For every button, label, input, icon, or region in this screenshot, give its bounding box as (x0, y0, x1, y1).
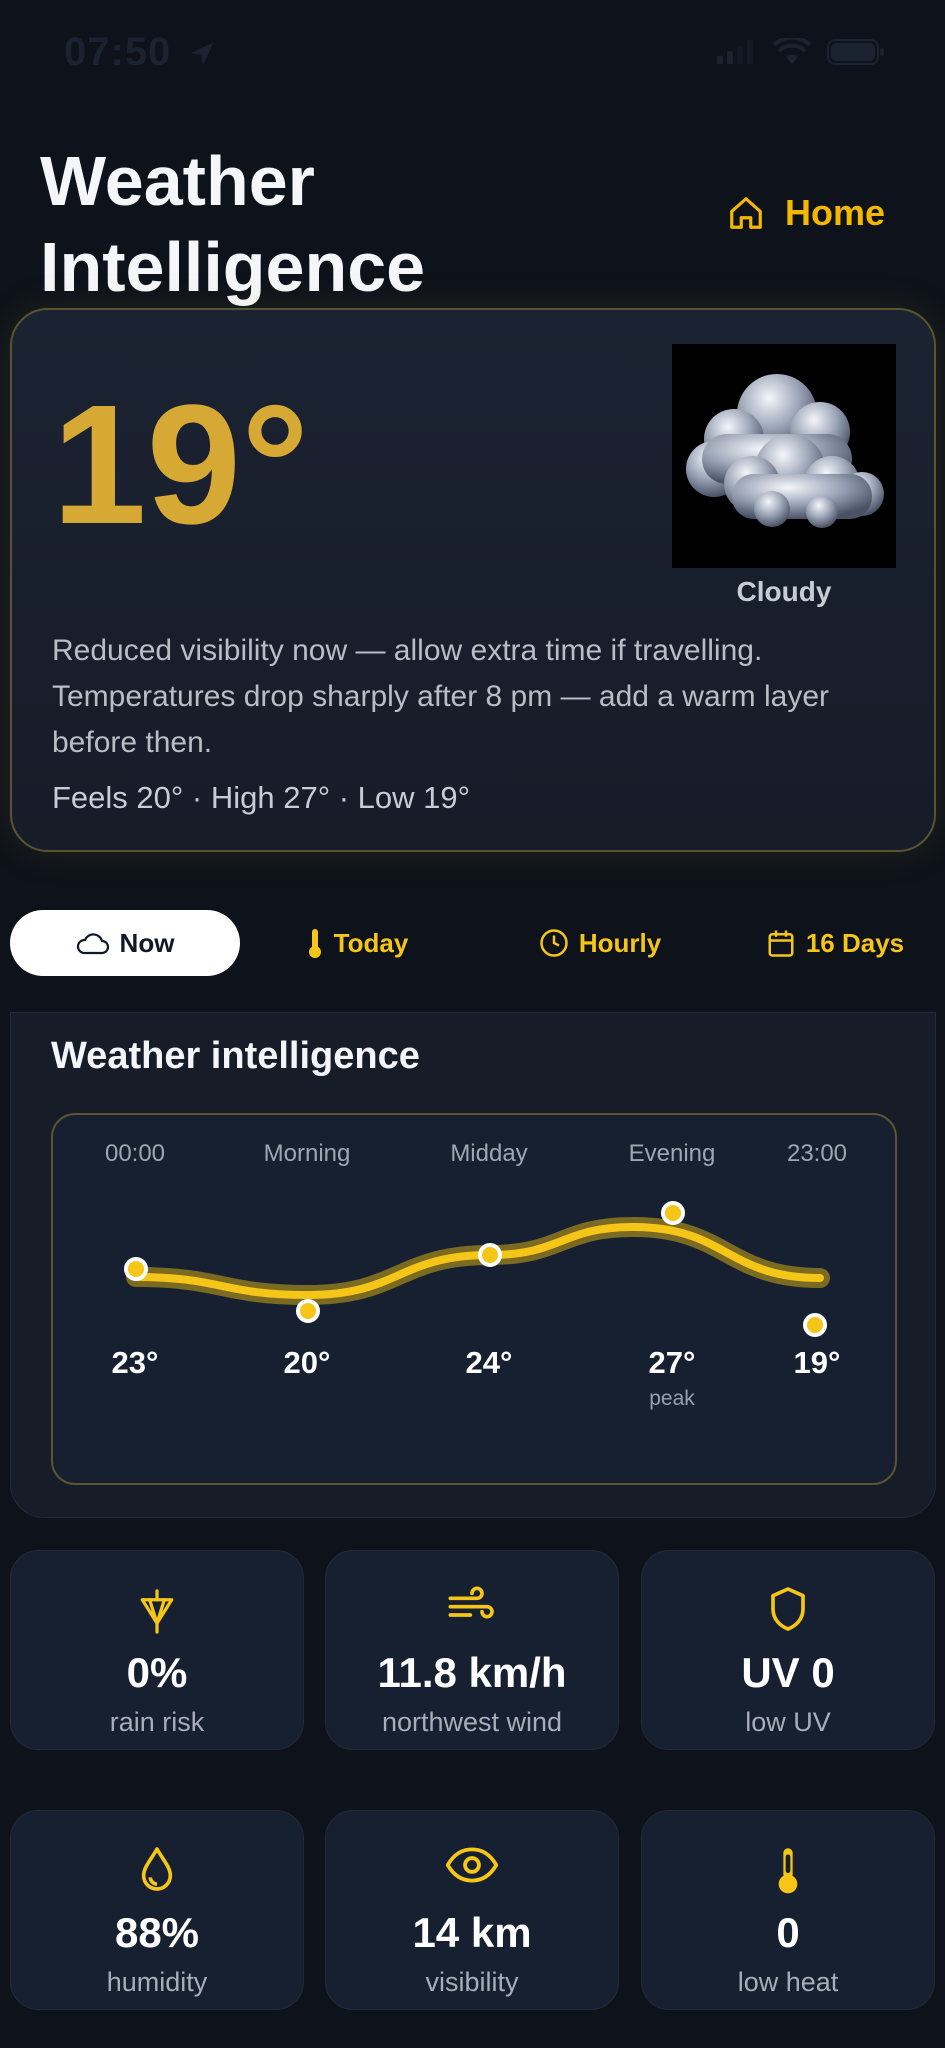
chart-point (296, 1299, 320, 1323)
thermometer-icon (642, 1845, 934, 1895)
chart-point (124, 1257, 148, 1281)
temperature-summary: Feels 20° · High 27° · Low 19° (52, 780, 471, 815)
clock-icon (540, 929, 568, 957)
visibility-label: visibility (425, 1967, 519, 1997)
current-temperature: 19° (52, 370, 310, 560)
tab-bar: Now Today Hourly 16 Days (10, 910, 936, 976)
chart-value-label: 27° (649, 1345, 696, 1380)
location-arrow-icon (191, 43, 214, 66)
temperature-chart: 00:00 Morning Midday Evening 23:00 23° 20° 24° 2… (51, 1113, 897, 1485)
chart-value-label: 19° (794, 1345, 841, 1380)
tab-now-label: Now (119, 927, 175, 958)
droplet-icon (11, 1845, 303, 1893)
chart-x-label: Morning (264, 1140, 351, 1167)
wind-direction-label: northwest wind (381, 1707, 563, 1737)
tab-hourly-label: Hourly (578, 927, 662, 958)
shield-icon (642, 1585, 934, 1633)
status-icons (717, 38, 885, 66)
chart-x-label: 23:00 (787, 1140, 847, 1167)
condition-label: Cloudy (736, 576, 832, 607)
visibility-value: 14 km (412, 1909, 532, 1956)
uv-index-value: UV 0 (741, 1649, 835, 1696)
chart-x-label: Midday (450, 1140, 527, 1167)
chart-point (661, 1201, 685, 1225)
stat-card-visibility: 14 km visibility (325, 1810, 619, 2010)
home-label: Home (784, 192, 885, 233)
chart-point (803, 1313, 827, 1337)
chart-x-label: Evening (629, 1140, 716, 1167)
chart-value-label: 23° (112, 1345, 159, 1380)
stat-card-uv: UV 0 low UV (641, 1550, 935, 1750)
heat-label: low heat (737, 1967, 839, 1997)
rain-risk-value: 0% (126, 1649, 188, 1696)
wind-icon (326, 1585, 618, 1625)
chart-x-label: 00:00 (105, 1140, 165, 1167)
wind-speed-value: 11.8 km/h (377, 1649, 567, 1696)
cloud-icon (76, 933, 109, 955)
tab-today-label: Today (333, 927, 409, 958)
status-time: 07:50 (64, 30, 217, 75)
chart-point (478, 1243, 502, 1267)
section-title: Weather intelligence (51, 1035, 420, 1077)
home-link[interactable]: Home (727, 192, 885, 234)
humidity-value: 88% (114, 1909, 200, 1956)
battery-icon (827, 39, 884, 65)
stat-card-rain: 0% rain risk (10, 1550, 304, 1750)
tab-16-days[interactable]: 16 Days (745, 910, 925, 976)
tab-today[interactable]: Today (272, 910, 442, 976)
status-bar: 07:50 (0, 0, 945, 110)
stat-card-heat: 0 low heat (641, 1810, 935, 2010)
heat-value: 0 (776, 1909, 800, 1956)
eye-icon (326, 1845, 618, 1885)
current-conditions-card: 19° Cloudy Reduced visibility now — allo… (10, 308, 936, 852)
thermometer-icon (308, 929, 321, 958)
stat-card-humidity: 88% humidity (10, 1810, 304, 2010)
chart-peak-label: peak (649, 1387, 695, 1410)
calendar-icon (768, 930, 794, 957)
chart-line-glow (126, 1216, 830, 1306)
weather-intelligence-card: Weather intelligence 00:00 Morning Midday E… (10, 1012, 936, 1518)
umbrella-icon (11, 1585, 303, 1635)
rain-risk-label: rain risk (109, 1707, 205, 1737)
weather-advice: Reduced visibility now — allow extra tim… (52, 634, 829, 759)
tab-16-days-label: 16 Days (805, 927, 905, 958)
home-icon (730, 197, 762, 229)
page-title: Weather Intelligence (40, 142, 426, 306)
temperature-chart-svg: 00:00 Morning Midday Evening 23:00 23° 20° 24° 2… (105, 1140, 847, 1410)
wifi-icon (773, 38, 811, 64)
tab-now[interactable]: Now (10, 910, 240, 976)
tab-hourly[interactable]: Hourly (510, 910, 690, 976)
cloud-icon (672, 344, 896, 568)
stat-card-wind: 11.8 km/h northwest wind (325, 1550, 619, 1750)
signal-icon (717, 40, 753, 64)
status-time-text: 07:50 (64, 30, 172, 74)
humidity-label: humidity (106, 1967, 208, 1997)
chart-value-label: 20° (284, 1345, 331, 1380)
chart-value-label: 24° (466, 1345, 513, 1380)
uv-level-label: low UV (745, 1707, 831, 1737)
